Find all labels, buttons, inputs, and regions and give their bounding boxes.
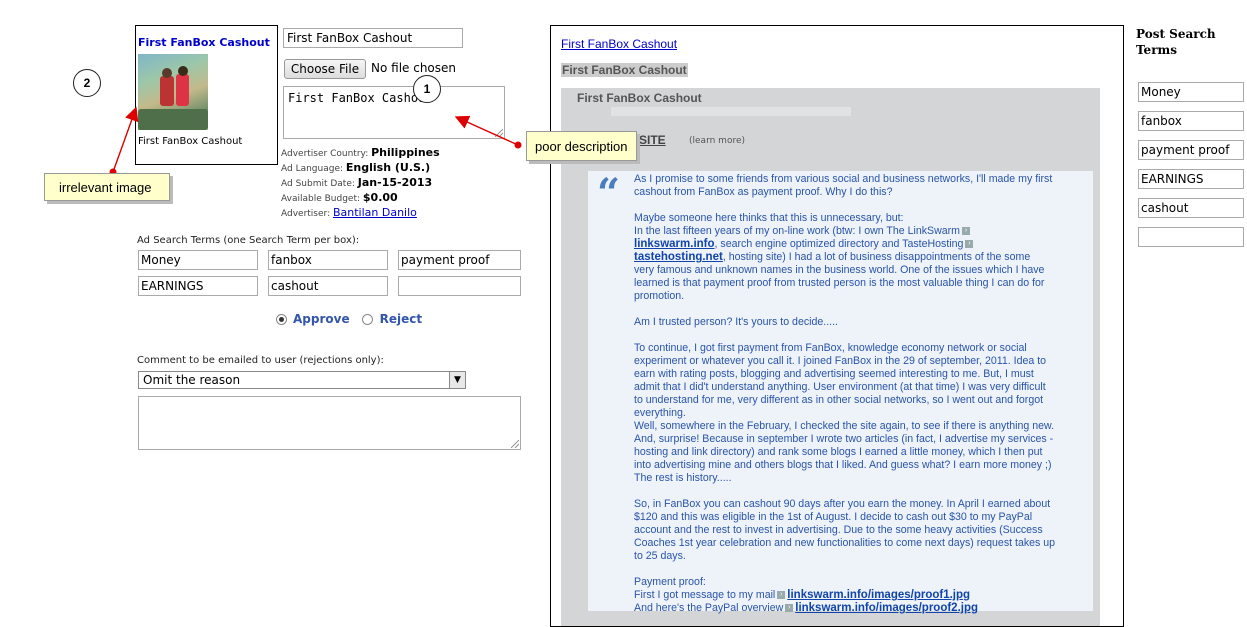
annotation-marker-2: 2	[73, 69, 101, 97]
callout-irrelevant-image: irrelevant image	[44, 173, 170, 201]
annotation-arrows	[109, 106, 522, 176]
callout-poor-description: poor description	[526, 131, 637, 161]
arrow-dot	[514, 141, 522, 149]
arrow-irrelevant-image	[112, 106, 139, 173]
arrow-poor-description	[454, 115, 519, 146]
annotation-marker-1: 1	[413, 75, 441, 103]
